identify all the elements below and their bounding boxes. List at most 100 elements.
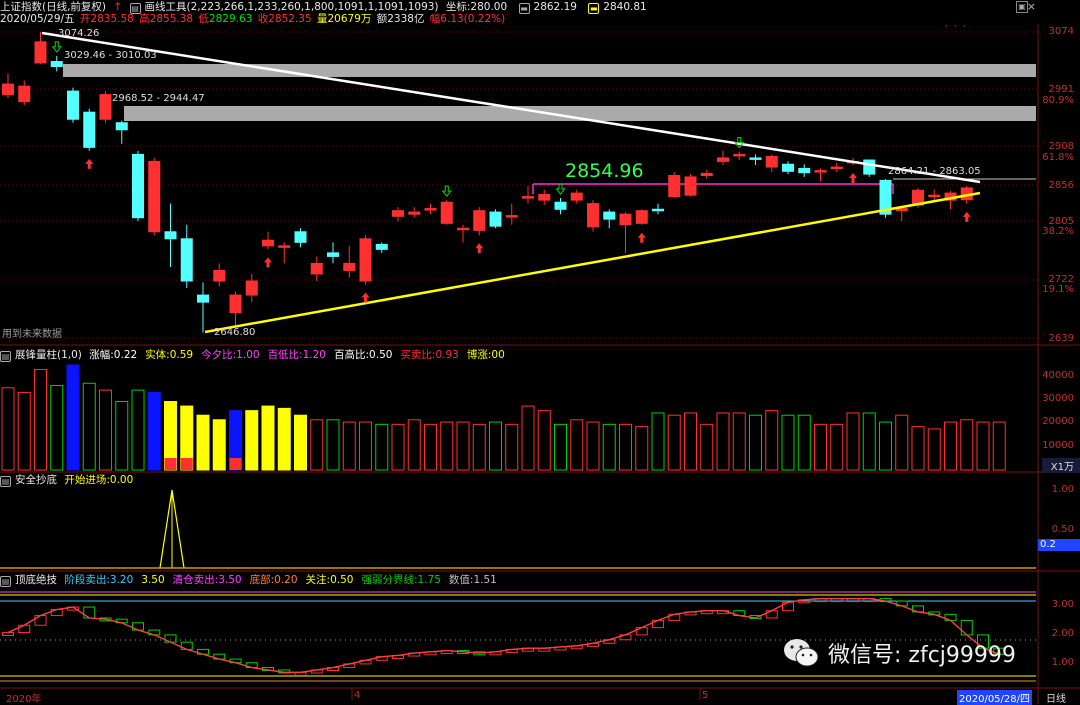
candle-body (359, 238, 372, 282)
top-bottom-header: ▤ 顶底绝技 阶段卖出:3.20 3.50 清仓卖出:3.50 底部:0.20 关注:0.… (0, 574, 509, 587)
td-stat-label-0: 阶段卖出: (64, 574, 110, 586)
candle-body (132, 153, 144, 219)
candle-body (294, 231, 307, 243)
candle-body (408, 211, 421, 215)
bottom-date: 2020/05/28/四 (957, 690, 1033, 705)
tick-2908: 2908 (1048, 141, 1074, 152)
candle-body (327, 252, 339, 257)
bottom-year: 2020年 (6, 694, 42, 705)
down-signal-arrow (555, 183, 566, 195)
vol-stat-label-5: 买卖比: (400, 349, 436, 361)
volume-bar (1, 387, 15, 471)
volume-bar (407, 419, 421, 471)
candle-body (2, 83, 14, 96)
candle-body (197, 294, 209, 303)
vol-stat-value-5: 0.93 (435, 349, 459, 361)
volume-bar (326, 419, 340, 471)
p4-tick-1: 1.00 (1051, 657, 1074, 668)
volume-bar (17, 391, 31, 471)
p4-tick-3: 3.00 (1051, 599, 1074, 610)
wechat-icon (784, 639, 819, 667)
period-selector[interactable]: 日线 (1046, 690, 1066, 705)
volume-bar (992, 421, 1006, 471)
vol-tick-30000: 30000 (1042, 393, 1074, 404)
candle-body (700, 172, 713, 177)
bottom-month-4: 4 (354, 690, 361, 701)
tick-3074: 3074 (1048, 26, 1074, 37)
candle-body (213, 269, 226, 282)
td-stat-label-6: 数值: (448, 574, 474, 586)
volume-bar (489, 421, 502, 471)
top-bottom-title[interactable]: 顶底绝技 (15, 574, 57, 586)
volume-bar (846, 412, 860, 471)
volume-bar-base (164, 458, 177, 470)
td-stat-label-4: 关注: (305, 574, 331, 586)
wechat-watermark: 微信号: zfcj99999 (782, 636, 1016, 670)
volume-bar (342, 421, 356, 471)
vol-stat-value-6: 00 (491, 349, 505, 361)
right-band-label: 2864.21 - 2863.05 (888, 166, 981, 177)
volume-bar (375, 423, 389, 471)
up-signal-arrow (962, 211, 971, 222)
candle-body (733, 153, 746, 157)
p3-tick-1: 1.00 (1051, 484, 1074, 495)
candle-body (180, 238, 193, 282)
volume-bar (261, 405, 275, 471)
up-signal-arrow (637, 232, 646, 243)
vol-stat-label-2: 今夕比: (201, 349, 237, 361)
volume-bar (781, 414, 795, 471)
oscillator-box (34, 615, 47, 626)
vol-stat-label-3: 百低比: (267, 349, 303, 361)
vol-unit: X1万 (1042, 458, 1080, 473)
candle-body (619, 213, 632, 226)
entry-label: 开始进场: (64, 474, 110, 486)
volume-bar (602, 423, 616, 471)
td-stat-value-5: 1.75 (417, 574, 441, 586)
pct-809: 80.9% (1042, 95, 1074, 106)
volume-bar (294, 414, 307, 471)
entry-value: 0.00 (109, 474, 134, 486)
candle-body (473, 210, 486, 231)
safe-bottom-title[interactable]: 安全抄底 (15, 474, 57, 486)
candle-body (50, 61, 63, 67)
td-stat-value-0: 3.20 (109, 574, 134, 586)
vol-stat-value-4: 0.50 (369, 349, 393, 361)
panel-icon[interactable]: ▤ (0, 351, 11, 362)
volume-bar (456, 421, 470, 471)
volume-bar (391, 423, 405, 471)
candle-body (538, 193, 551, 201)
candle-body (278, 245, 291, 248)
volume-bar (684, 412, 697, 471)
candle-body (570, 192, 583, 201)
volume-bar (927, 428, 941, 471)
candle-body (392, 210, 404, 217)
volume-bar (537, 410, 551, 471)
candle-body (554, 201, 567, 210)
volume-bar (732, 412, 746, 471)
tick-2639: 2639 (1048, 333, 1074, 344)
candle-body (457, 227, 469, 231)
up-signal-arrow (475, 243, 484, 254)
candle-body (67, 90, 79, 120)
candle-body (863, 159, 876, 175)
up-signal-arrow (849, 172, 857, 183)
oscillator-box (2, 631, 14, 636)
resistance-band-1[interactable] (63, 64, 1036, 77)
candle-body (765, 156, 778, 168)
candle-body (375, 243, 388, 250)
up-signal-arrow (361, 292, 370, 303)
td-stat-value-4: 0.50 (330, 574, 354, 586)
volume-bar (879, 421, 892, 471)
p3-tick-05: 0.50 (1051, 524, 1074, 535)
candle-body (635, 210, 648, 224)
down-signal-arrow (51, 41, 62, 53)
panel-icon-2[interactable]: ▤ (0, 476, 11, 487)
td-stat-value-1: 3.50 (141, 574, 165, 586)
volume-bar (960, 419, 974, 471)
volume-panel-title[interactable]: 展锋量柱(1,0) (15, 349, 82, 361)
magenta-dots: ··· (945, 22, 972, 32)
band1-label: 3029.46 - 3010.03 (64, 50, 157, 61)
panel-icon-3[interactable]: ▤ (0, 576, 11, 587)
candle-body (310, 262, 323, 275)
candle-body (229, 294, 242, 314)
